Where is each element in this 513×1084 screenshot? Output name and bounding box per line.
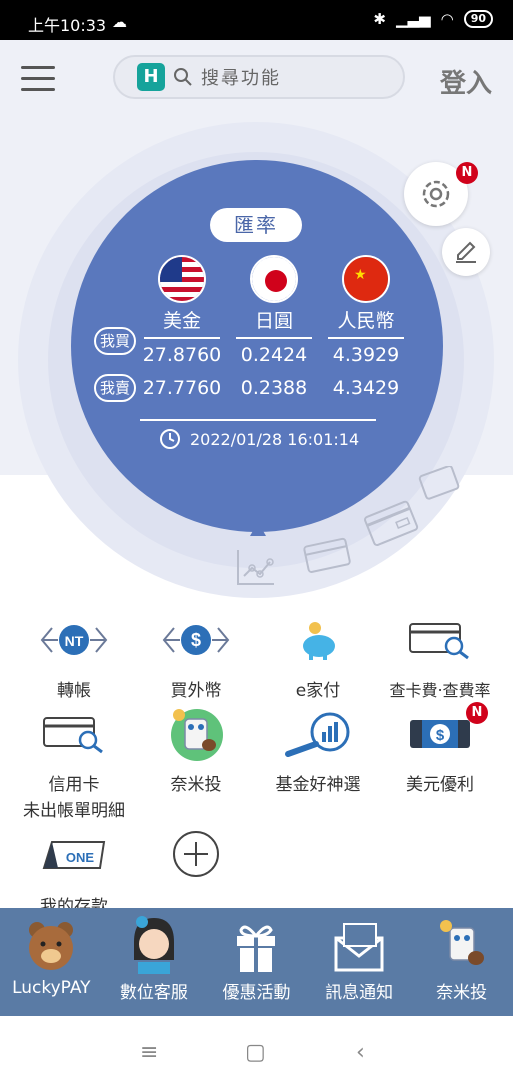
fund-chart-icon	[254, 706, 382, 762]
gear-icon	[422, 180, 450, 208]
nano-invest-label: 奈米投	[170, 775, 222, 795]
robot-icon	[410, 908, 513, 978]
home-icon[interactable]: ▢	[245, 1040, 266, 1065]
buy-label: 我買	[94, 327, 136, 355]
usd-sell-rate: 27.7760	[142, 377, 222, 399]
nav-notifications[interactable]: 訊息通知	[308, 908, 411, 1016]
credit-card-search-icon	[10, 706, 138, 762]
usd-premium-new-badge: N	[466, 702, 488, 724]
nano-invest-button[interactable]: 奈米投	[132, 706, 260, 798]
svg-text:NT: NT	[65, 633, 84, 649]
add-function-button[interactable]	[132, 826, 260, 882]
credit-card-statement-button[interactable]: 信用卡 未出帳單明細	[10, 706, 138, 824]
status-time: 上午10:33	[28, 16, 107, 35]
bottom-nav: LuckyPAY 數位客服 優惠活動 訊息通知 奈米投	[0, 908, 513, 1016]
login-button[interactable]: 登入	[440, 63, 492, 100]
gift-icon	[205, 908, 308, 978]
bank-logo-icon: H	[137, 63, 165, 91]
wifi-icon: ◠	[440, 10, 454, 28]
search-icon	[174, 68, 192, 86]
search-bar[interactable]: H 搜尋功能	[113, 55, 405, 99]
sell-label: 我賣	[94, 374, 136, 402]
cny-sell-rate: 4.3429	[332, 377, 400, 399]
credit-card-label-line2: 未出帳單明細	[23, 801, 125, 821]
bluetooth-icon: ✱	[373, 10, 386, 28]
svg-text:ONE: ONE	[66, 850, 95, 865]
buy-foreign-currency-label: 買外幣	[170, 681, 222, 701]
currency-jpy: 日圓	[236, 306, 312, 339]
rate-title: 匯率	[210, 208, 302, 242]
status-bar: 上午10:33 ☁ ✱ ▁▃▅ ◠ 90	[0, 0, 513, 40]
buy-foreign-currency-button[interactable]: $ 買外幣	[132, 612, 260, 704]
search-placeholder: 搜尋功能	[201, 68, 281, 89]
nav-promotions-label: 優惠活動	[222, 983, 291, 1003]
credit-card-icon[interactable]	[362, 498, 422, 548]
card-fee-search-button[interactable]: 查卡費‧查費率	[376, 612, 504, 704]
bear-icon	[0, 908, 103, 978]
card-search-icon	[376, 612, 504, 668]
transfer-button[interactable]: NT 轉帳	[10, 612, 138, 704]
japan-flag-icon	[250, 255, 298, 303]
cloud-icon: ☁	[112, 13, 127, 31]
currency-usd: 美金	[144, 306, 220, 339]
credit-card-label-line1: 信用卡	[48, 775, 100, 795]
us-flag-icon	[158, 255, 206, 303]
nav-digital-service[interactable]: 數位客服	[103, 908, 206, 1016]
robot-invest-icon	[132, 706, 260, 762]
jpy-buy-rate: 0.2424	[240, 344, 308, 366]
currency-cny: 人民幣	[328, 306, 404, 339]
nav-nano-invest[interactable]: 奈米投	[410, 908, 513, 1016]
agent-icon	[103, 908, 206, 978]
clock-icon	[160, 429, 180, 449]
card-dollar-icon[interactable]	[418, 466, 462, 502]
currency-exchange-icon: $	[132, 612, 260, 668]
jpy-sell-rate: 0.2388	[240, 377, 308, 399]
e-pay-label: e家付	[295, 681, 341, 701]
back-icon[interactable]: ‹	[356, 1040, 365, 1065]
nav-luckypay[interactable]: LuckyPAY	[0, 908, 103, 1016]
new-badge: N	[456, 162, 478, 184]
my-deposit-button[interactable]: ONE 我的存款	[10, 826, 138, 920]
mail-icon	[308, 908, 411, 978]
edit-button[interactable]	[442, 228, 490, 276]
system-nav-bar: ≡ ▢ ‹	[0, 1016, 513, 1084]
nav-promotions[interactable]: 優惠活動	[205, 908, 308, 1016]
svg-text:$: $	[436, 727, 445, 744]
credit-card-statement-label: 信用卡 未出帳單明細	[10, 772, 138, 824]
pencil-icon	[456, 241, 476, 263]
menu-line	[21, 77, 55, 80]
signal-icon: ▁▃▅	[395, 10, 431, 28]
card-fee-search-label: 查卡費‧查費率	[389, 681, 491, 700]
recent-apps-icon[interactable]: ≡	[140, 1040, 158, 1065]
add-icon	[132, 826, 260, 882]
cny-buy-rate: 4.3929	[332, 344, 400, 366]
dial-pointer	[250, 522, 266, 536]
china-flag-icon: ★	[342, 255, 390, 303]
svg-text:$: $	[191, 630, 201, 650]
fund-selection-label: 基金好神選	[275, 775, 361, 795]
usd-premium-label: 美元優利	[406, 775, 474, 795]
e-pay-button[interactable]: e家付	[254, 612, 382, 704]
menu-line	[21, 66, 55, 69]
transfer-label: 轉帳	[57, 681, 91, 701]
deposit-one-icon: ONE	[10, 826, 138, 882]
usd-buy-rate: 27.8760	[142, 344, 222, 366]
svg-text:★: ★	[354, 267, 367, 283]
menu-line	[21, 88, 55, 91]
piggy-bank-icon	[254, 612, 382, 668]
fund-selection-button[interactable]: 基金好神選	[254, 706, 382, 798]
nav-digital-service-label: 數位客服	[119, 983, 188, 1003]
bank-card-icon[interactable]	[302, 534, 356, 576]
trend-chart-icon[interactable]	[234, 548, 278, 588]
rate-divider	[140, 419, 376, 421]
battery-icon: 90	[463, 10, 493, 28]
nav-luckypay-label: LuckyPAY	[12, 978, 91, 998]
menu-button[interactable]	[21, 66, 55, 92]
nav-notifications-label: 訊息通知	[325, 983, 394, 1003]
rate-update-time: 2022/01/28 16:01:14	[190, 430, 360, 449]
nt-transfer-icon: NT	[10, 612, 138, 668]
nav-nano-invest-label: 奈米投	[436, 983, 488, 1003]
status-icons: ✱ ▁▃▅ ◠ 90	[373, 10, 493, 28]
